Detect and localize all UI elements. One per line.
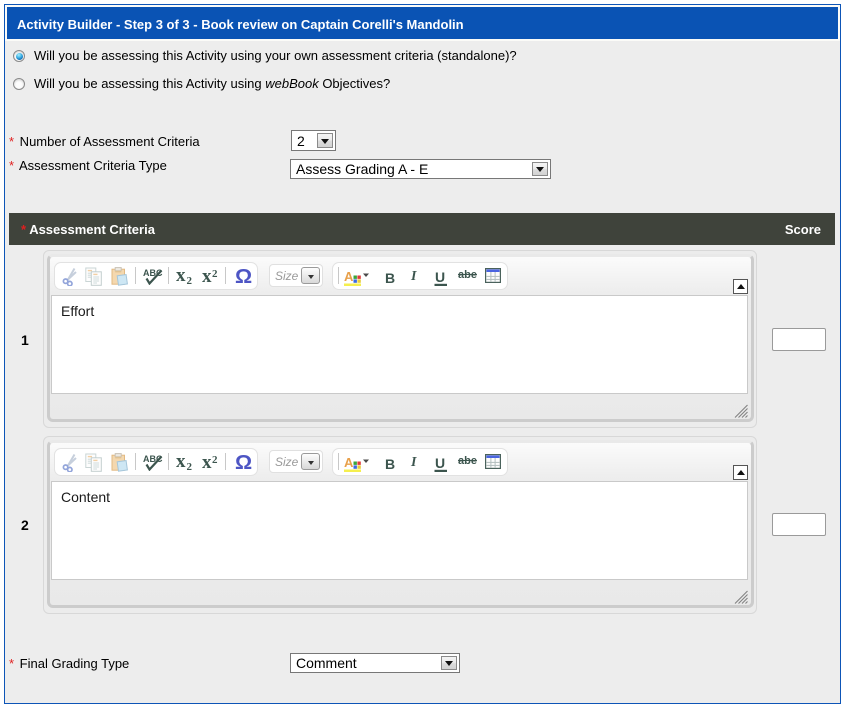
svg-text:A: A [344, 269, 354, 284]
svg-text:U: U [435, 269, 445, 285]
svg-text:2: 2 [212, 268, 218, 280]
svg-text:U: U [435, 455, 445, 471]
svg-text:x: x [202, 268, 212, 287]
svg-text:2: 2 [187, 275, 193, 287]
svg-text:Ω: Ω [235, 268, 252, 288]
svg-text:2: 2 [212, 454, 218, 466]
svg-text:x: x [202, 454, 212, 473]
svg-text:2: 2 [187, 461, 193, 473]
svg-text:A: A [344, 455, 354, 470]
svg-text:x: x [176, 267, 186, 286]
svg-text:x: x [176, 453, 186, 472]
svg-text:Ω: Ω [235, 454, 252, 474]
